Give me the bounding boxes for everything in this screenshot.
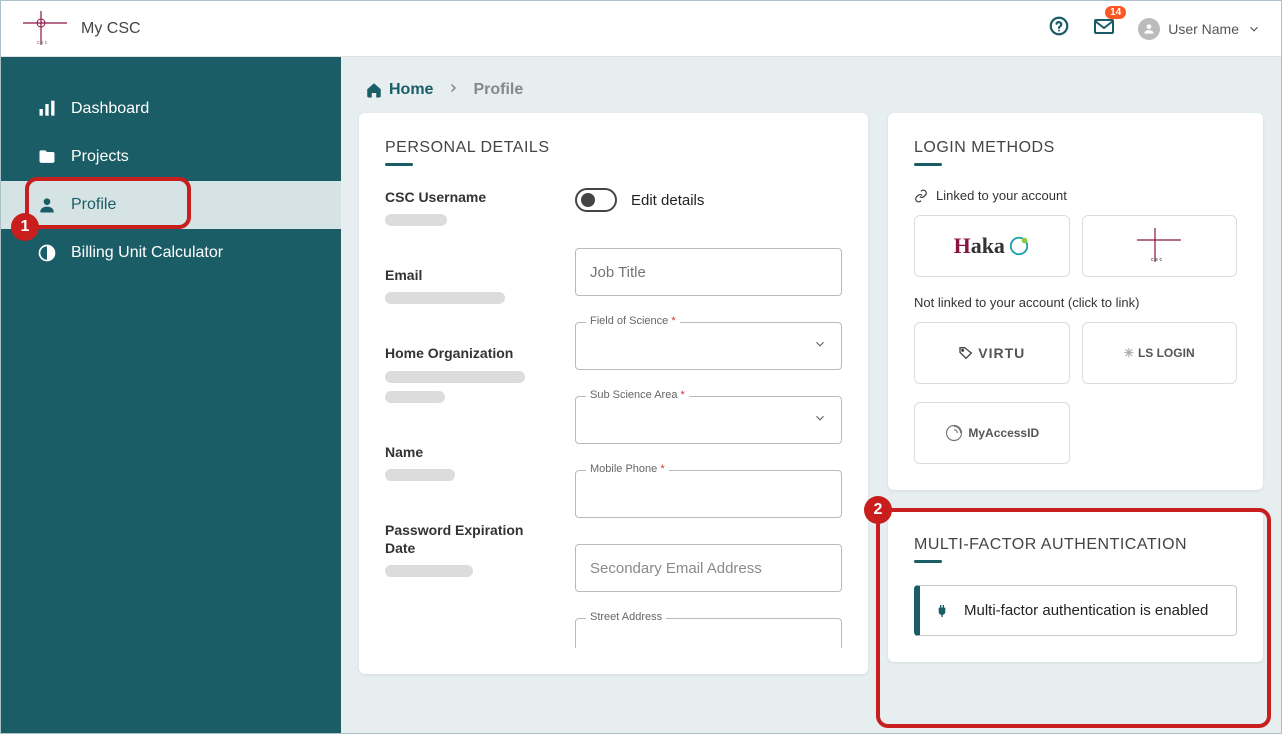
avatar-icon: [1138, 18, 1160, 40]
label-csc-username: CSC Username: [385, 188, 535, 206]
breadcrumb-home[interactable]: Home: [365, 81, 433, 99]
sidebar-item-dashboard[interactable]: Dashboard: [1, 85, 341, 133]
folder-icon: [37, 147, 57, 167]
chevron-down-icon: [813, 337, 827, 356]
linked-label: Linked to your account: [914, 188, 1237, 203]
section-title: PERSONAL DETAILS: [385, 139, 842, 157]
sidebar-item-label: Billing Unit Calculator: [71, 244, 223, 262]
logo-area: c s c My CSC: [21, 11, 141, 47]
login-method-lslogin[interactable]: ✳︎LS LOGIN: [1082, 322, 1238, 384]
redacted-value: [385, 292, 505, 304]
chevron-down-icon: [813, 411, 827, 430]
personal-details-card: PERSONAL DETAILS CSC Username Email: [359, 113, 868, 674]
breadcrumb: Home Profile: [341, 57, 1281, 113]
tag-icon: [958, 345, 974, 361]
sidebar: Dashboard Projects Profile Billing Unit …: [1, 57, 341, 733]
mfa-status: Multi-factor authentication is enabled: [914, 585, 1237, 636]
sidebar-item-label: Profile: [71, 196, 116, 214]
secondary-email-input[interactable]: Secondary Email Address: [575, 544, 842, 592]
notification-badge: 14: [1105, 6, 1126, 19]
chevron-right-icon: [447, 81, 459, 99]
edit-details-label: Edit details: [631, 192, 704, 209]
login-methods-card: LOGIN METHODS Linked to your account Hak…: [888, 113, 1263, 490]
csc-logo: c s c: [21, 11, 69, 47]
calculator-icon: [37, 243, 57, 263]
sidebar-item-projects[interactable]: Projects: [1, 133, 341, 181]
sidebar-item-profile[interactable]: Profile: [1, 181, 341, 229]
edit-details-toggle[interactable]: [575, 188, 617, 212]
link-icon: [914, 189, 928, 203]
mobile-phone-input[interactable]: Mobile Phone *: [575, 470, 842, 518]
label-home-org: Home Organization: [385, 344, 535, 362]
job-title-input[interactable]: [575, 248, 842, 296]
login-method-csc[interactable]: c s c: [1082, 215, 1238, 277]
redacted-value: [385, 214, 447, 226]
svg-text:c s c: c s c: [1151, 257, 1162, 263]
breadcrumb-current: Profile: [473, 81, 523, 99]
app-name: My CSC: [81, 20, 141, 38]
sidebar-item-billing[interactable]: Billing Unit Calculator: [1, 229, 341, 277]
user-name: User Name: [1168, 21, 1239, 37]
person-icon: [37, 195, 57, 215]
field-of-science-select[interactable]: Field of Science *: [575, 322, 842, 370]
home-icon: [365, 81, 383, 99]
login-method-haka[interactable]: Haka: [914, 215, 1070, 277]
help-icon[interactable]: [1048, 15, 1070, 42]
plug-icon: [934, 603, 950, 619]
content-area: Home Profile PERSONAL DETAILS CSC Userna…: [341, 57, 1281, 733]
section-title: LOGIN METHODS: [914, 139, 1237, 157]
login-method-virtu[interactable]: VIRTU: [914, 322, 1070, 384]
mail-icon[interactable]: 14: [1092, 14, 1116, 43]
redacted-value: [385, 371, 525, 383]
redacted-value: [385, 391, 445, 403]
mfa-card: MULTI-FACTOR AUTHENTICATION Multi-factor…: [888, 510, 1263, 662]
label-pw-exp: Password Expiration Date: [385, 521, 535, 557]
sub-science-select[interactable]: Sub Science Area *: [575, 396, 842, 444]
sidebar-item-label: Projects: [71, 148, 129, 166]
not-linked-label: Not linked to your account (click to lin…: [914, 295, 1237, 310]
fingerprint-icon: [944, 423, 964, 443]
sidebar-item-label: Dashboard: [71, 100, 149, 118]
redacted-value: [385, 469, 455, 481]
redacted-value: [385, 565, 473, 577]
login-method-myaccessid[interactable]: MyAccessID: [914, 402, 1070, 464]
svg-text:c s c: c s c: [37, 40, 48, 46]
section-title: MULTI-FACTOR AUTHENTICATION: [914, 536, 1237, 554]
label-email: Email: [385, 266, 535, 284]
label-name: Name: [385, 443, 535, 461]
user-menu[interactable]: User Name: [1138, 18, 1261, 40]
street-address-input[interactable]: Street Address: [575, 618, 842, 648]
topbar: c s c My CSC 14 User Name: [1, 1, 1281, 57]
chevron-down-icon: [1247, 22, 1261, 36]
bar-chart-icon: [37, 99, 57, 119]
